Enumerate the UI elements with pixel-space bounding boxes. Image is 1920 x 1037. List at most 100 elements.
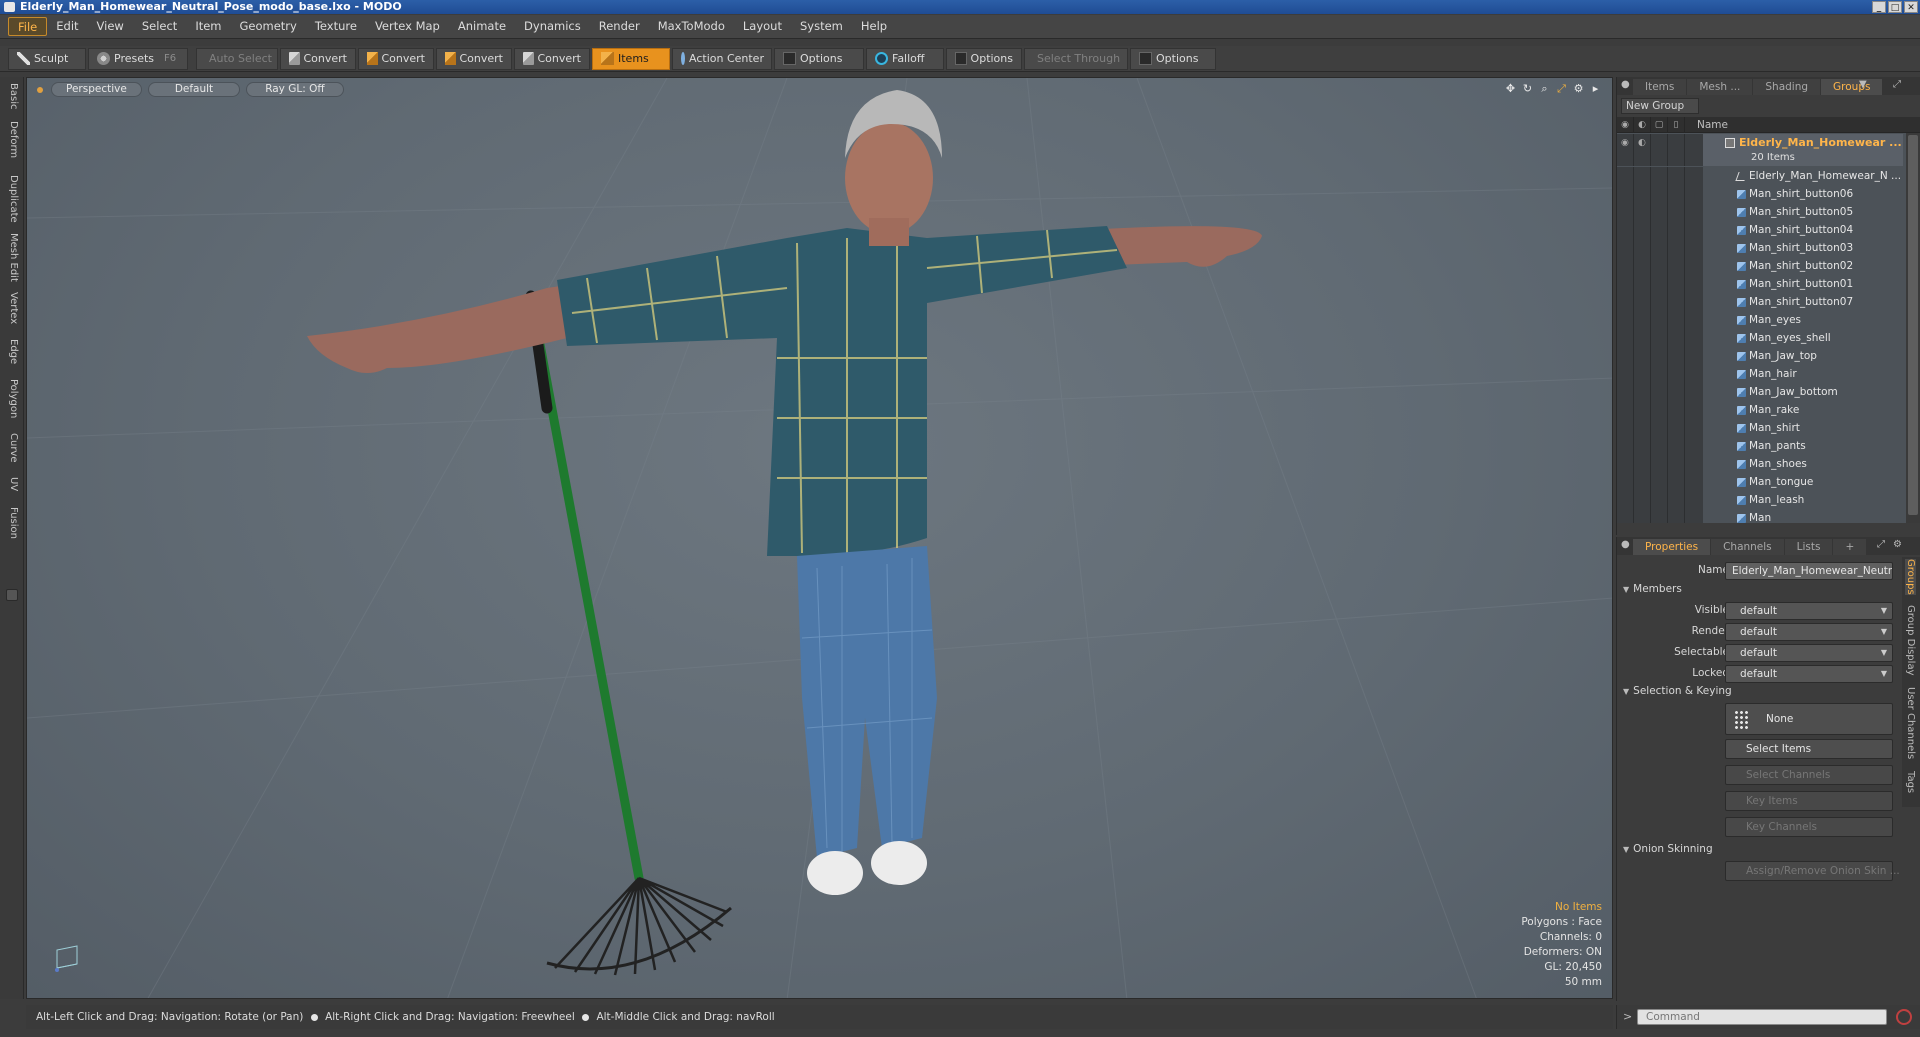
tab-properties[interactable]: Properties [1633, 539, 1711, 555]
select-through-options-button[interactable]: Options [1130, 47, 1216, 70]
select-items-button[interactable]: Select Items [1725, 739, 1893, 759]
menu-file[interactable]: File [8, 17, 48, 36]
convert-edges-button[interactable]: Convert [358, 47, 434, 70]
menu-edit[interactable]: Edit [47, 17, 87, 36]
group-member-row[interactable]: Man_eyes_shell [1617, 329, 1903, 347]
menu-item[interactable]: Item [186, 17, 230, 36]
group-member-row[interactable]: Man_pants [1617, 437, 1903, 455]
onion-skinning-section[interactable]: ▼ Onion Skinning [1623, 843, 1713, 855]
tab-dropdown-icon[interactable]: ▼ [1859, 79, 1867, 90]
key-items-button[interactable]: Key Items [1725, 791, 1893, 811]
tab-deform[interactable]: Deform [5, 121, 19, 158]
group-member-row[interactable]: Man_Jaw_bottom [1617, 383, 1903, 401]
group-member-row[interactable]: Man_tongue [1617, 473, 1903, 491]
menu-system[interactable]: System [791, 17, 852, 36]
members-section[interactable]: ▼ Members [1623, 583, 1682, 595]
group-name-field[interactable]: Elderly_Man_Homewear_Neutral [1725, 562, 1893, 580]
group-member-row[interactable]: Man_hair [1617, 365, 1903, 383]
panel-settings-icon[interactable]: ⚙ [1893, 539, 1902, 550]
group-member-row[interactable]: Man_shirt_button01 [1617, 275, 1903, 293]
rotate-icon[interactable]: ↻ [1521, 82, 1534, 95]
maximize-button[interactable]: □ [1888, 1, 1902, 13]
group-member-row[interactable]: Man_shirt [1617, 419, 1903, 437]
record-macro-icon[interactable] [1896, 1009, 1912, 1025]
strip-toggle-button[interactable] [6, 589, 18, 601]
new-group-button[interactable]: New Group [1621, 98, 1699, 114]
add-tab-button[interactable]: + [1833, 539, 1867, 555]
group-member-row[interactable]: Man_eyes [1617, 311, 1903, 329]
menu-animate[interactable]: Animate [449, 17, 515, 36]
tab-mesh[interactable]: Mesh ... [1687, 79, 1753, 95]
locked-select[interactable]: default ▼ [1725, 665, 1893, 683]
eye-icon[interactable]: ◉ [1621, 138, 1629, 148]
group-member-row[interactable]: Man_rake [1617, 401, 1903, 419]
side-tab-user-channels[interactable]: User Channels [1905, 687, 1916, 759]
panel-menu-dot-icon[interactable]: ● [1621, 79, 1630, 90]
tab-groups[interactable]: Groups [1821, 79, 1883, 95]
auto-select-button[interactable]: Auto Select [196, 47, 278, 70]
selectable-select[interactable]: default ▼ [1725, 644, 1893, 662]
group-member-row[interactable]: Man_shoes [1617, 455, 1903, 473]
menu-select[interactable]: Select [133, 17, 186, 36]
pan-icon[interactable]: ✥ [1504, 82, 1517, 95]
group-member-row[interactable]: Man_shirt_button02 [1617, 257, 1903, 275]
panel-expand-icon[interactable]: ⤢ [1893, 79, 1901, 90]
tab-mesh-edit[interactable]: Mesh Edit [5, 233, 19, 282]
assign-onion-skin-button[interactable]: Assign/Remove Onion Skin ... [1725, 861, 1900, 881]
tab-basic[interactable]: Basic [5, 83, 19, 109]
convert-polygons-button[interactable]: Convert [436, 47, 512, 70]
group-member-row[interactable]: Man_shirt_button05 [1617, 203, 1903, 221]
3d-viewport[interactable]: Perspective Default Ray GL: Off ✥ ↻ ⌕ ⤢ … [26, 77, 1613, 999]
menu-geometry[interactable]: Geometry [231, 17, 306, 36]
convert-vertices-button[interactable]: Convert [280, 47, 356, 70]
falloff-button[interactable]: Falloff [866, 47, 944, 70]
raygl-toggle[interactable]: Ray GL: Off [246, 82, 344, 97]
items-mode-button[interactable]: Items [592, 47, 670, 70]
group-member-row[interactable]: Man_shirt_button03 [1617, 239, 1903, 257]
group-member-row[interactable]: Man_shirt_button04 [1617, 221, 1903, 239]
menu-help[interactable]: Help [852, 17, 896, 36]
selection-keying-section[interactable]: ▼ Selection & Keying [1623, 685, 1732, 697]
lock-column-icon[interactable]: ▢ [1651, 116, 1668, 133]
tab-fusion[interactable]: Fusion [5, 507, 19, 539]
group-member-row[interactable]: Man_shirt_button06 [1617, 185, 1903, 203]
sculpt-button[interactable]: Sculpt [8, 47, 86, 70]
group-member-row[interactable]: Man_shirt_button07 [1617, 293, 1903, 311]
tab-uv[interactable]: UV [5, 477, 19, 491]
group-member-row[interactable]: Man [1617, 509, 1903, 523]
shading-selector[interactable]: Default [147, 82, 241, 97]
group-row[interactable]: ◉ ◐ Elderly_Man_Homewear ... 20 Items [1617, 134, 1903, 166]
groups-scrollbar[interactable] [1906, 133, 1920, 523]
command-input[interactable]: Command [1637, 1009, 1887, 1025]
panel-expand-icon[interactable]: ⤢ [1877, 539, 1885, 550]
tab-duplicate[interactable]: Duplicate [5, 175, 19, 223]
render-icon[interactable]: ◐ [1638, 138, 1646, 148]
tab-items[interactable]: Items [1633, 79, 1687, 95]
tab-channels[interactable]: Channels [1711, 539, 1784, 555]
side-tab-group-display[interactable]: Group Display [1905, 605, 1916, 675]
render-select[interactable]: default ▼ [1725, 623, 1893, 641]
zoom-icon[interactable]: ⌕ [1538, 82, 1551, 95]
view-mode-selector[interactable]: Perspective [51, 82, 142, 97]
tab-shading[interactable]: Shading [1753, 79, 1821, 95]
viewport-settings-icon[interactable]: ⚙ [1572, 82, 1585, 95]
tab-vertex[interactable]: Vertex [5, 292, 19, 324]
side-tab-tags[interactable]: Tags [1905, 771, 1916, 793]
menu-texture[interactable]: Texture [306, 17, 366, 36]
tab-curve[interactable]: Curve [5, 433, 19, 463]
menu-view[interactable]: View [88, 17, 133, 36]
selection-set-none-button[interactable]: None [1725, 703, 1893, 735]
action-center-options-button[interactable]: Options [774, 47, 864, 70]
menu-vertex-map[interactable]: Vertex Map [366, 17, 449, 36]
visible-select[interactable]: default ▼ [1725, 602, 1893, 620]
tab-polygon[interactable]: Polygon [5, 379, 19, 418]
side-tab-groups[interactable]: Groups [1905, 559, 1916, 595]
tab-edge[interactable]: Edge [5, 339, 19, 364]
convert-materials-button[interactable]: Convert [514, 47, 590, 70]
group-member-row[interactable]: Man_leash [1617, 491, 1903, 509]
select-channels-button[interactable]: Select Channels [1725, 765, 1893, 785]
group-member-row[interactable]: Elderly_Man_Homewear_N ... [1617, 167, 1903, 185]
key-channels-button[interactable]: Key Channels [1725, 817, 1893, 837]
action-center-button[interactable]: Action Center [672, 47, 772, 70]
menu-layout[interactable]: Layout [734, 17, 791, 36]
